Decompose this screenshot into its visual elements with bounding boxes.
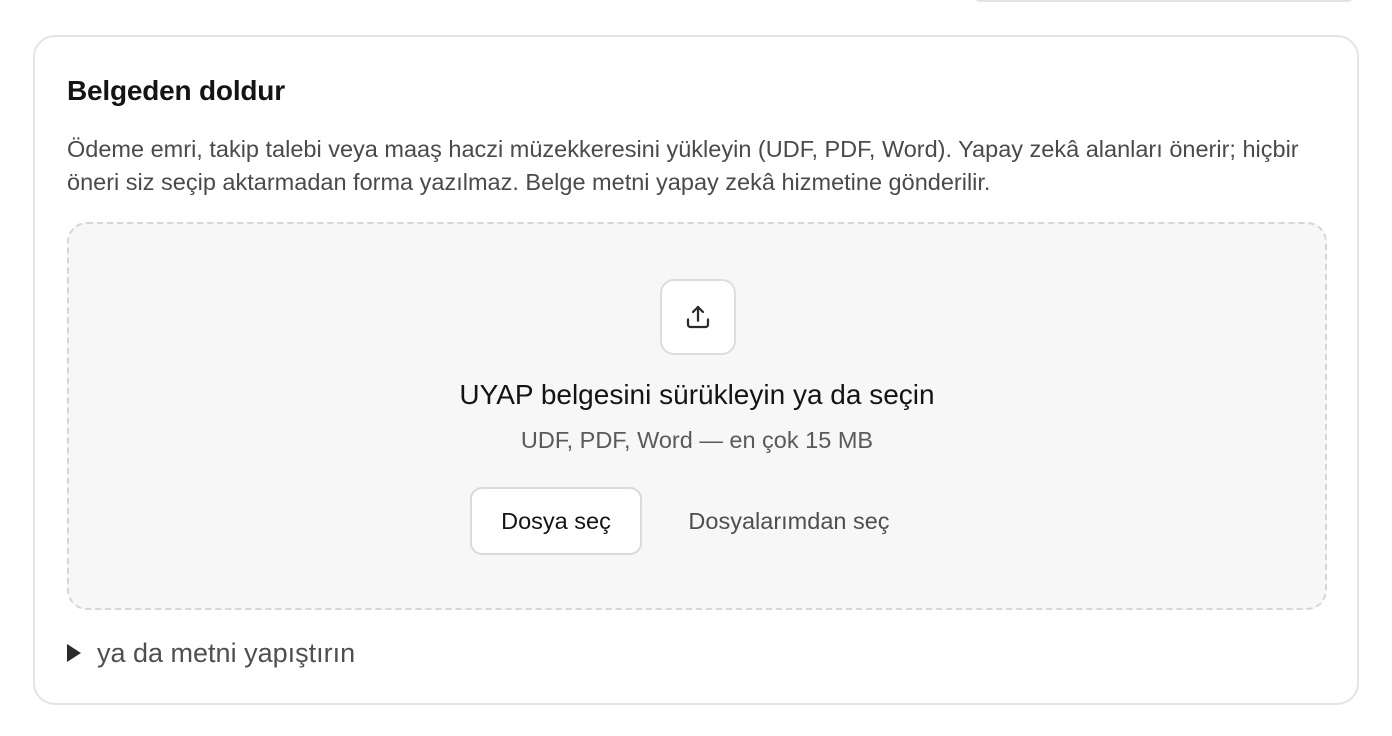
card-description: Ödeme emri, takip talebi veya maaş haczi… bbox=[67, 136, 1299, 195]
dropzone-title: UYAP belgesini sürükleyin ya da seçin bbox=[459, 379, 935, 410]
choose-file-button[interactable]: Dosya seç bbox=[470, 487, 642, 555]
disclosure-triangle-icon bbox=[67, 644, 81, 662]
partial-input-field[interactable] bbox=[970, 0, 1358, 2]
upload-icon bbox=[660, 279, 736, 355]
paste-text-label: ya da metni yapıştırın bbox=[97, 638, 356, 668]
card-title: Belgeden doldur bbox=[67, 75, 285, 106]
file-dropzone[interactable]: UYAP belgesini sürükleyin ya da seçin UD… bbox=[67, 222, 1327, 610]
paste-text-toggle[interactable]: ya da metni yapıştırın bbox=[67, 635, 355, 671]
fill-from-document-card: Belgeden doldur Ödeme emri, takip talebi… bbox=[33, 35, 1359, 705]
dropzone-hint: UDF, PDF, Word — en çok 15 MB bbox=[520, 427, 874, 453]
choose-from-my-files-button[interactable]: Dosyalarımdan seç bbox=[669, 487, 909, 555]
